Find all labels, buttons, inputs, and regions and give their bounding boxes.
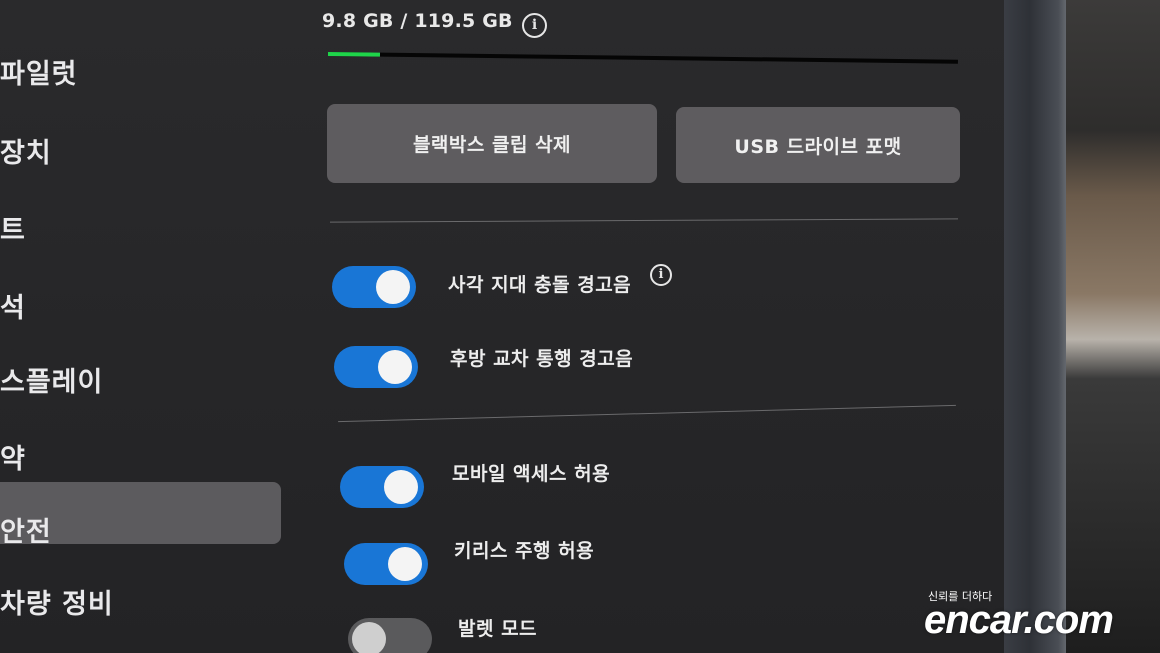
sidebar-item-label: 스플레이	[0, 367, 104, 398]
sidebar-item-label: 파일럿	[0, 59, 78, 90]
sidebar-item-schedule[interactable]: 약	[0, 437, 26, 476]
sidebar-item-seats[interactable]: 석	[0, 286, 26, 325]
sidebar-item-service[interactable]: 차량 정비	[0, 582, 114, 621]
info-icon[interactable]: i	[650, 264, 672, 286]
toggle-knob	[378, 350, 412, 384]
mobile-access-toggle[interactable]	[340, 466, 424, 508]
rear-cross-traffic-chime-toggle[interactable]	[334, 346, 418, 388]
blindspot-chime-toggle[interactable]	[332, 266, 416, 308]
sidebar-item-lights[interactable]: 트	[0, 208, 26, 247]
tesla-settings-screen: 파일럿 장치 트 석 스플레이 약 안전 차량 정비 9.8 GB / 119.…	[0, 0, 1160, 653]
sidebar-item-display[interactable]: 스플레이	[0, 360, 103, 399]
sidebar-item-label: 석	[0, 293, 26, 324]
storage-progress-bar	[327, 52, 958, 64]
divider	[338, 404, 956, 423]
divider	[330, 218, 958, 223]
sidebar-item-autopilot[interactable]: 파일럿	[0, 52, 78, 91]
format-usb-label: USB 드라이브 포맷	[734, 135, 902, 158]
screen-bezel	[1004, 0, 1068, 653]
delete-dashcam-clips-button[interactable]: 블랙박스 클립 삭제	[327, 104, 657, 183]
car-interior-background	[1066, 0, 1160, 653]
format-usb-button[interactable]: USB 드라이브 포맷	[676, 107, 960, 183]
toggle-knob	[376, 270, 410, 304]
valet-mode-toggle[interactable]	[348, 618, 432, 653]
blindspot-chime-label: 사각 지대 충돌 경고음	[448, 274, 632, 296]
info-icon[interactable]: i	[522, 13, 547, 38]
sidebar-item-label: 약	[0, 444, 26, 475]
sidebar-item-label: 차량 정비	[0, 589, 114, 620]
valet-mode-label: 발렛 모드	[458, 618, 538, 640]
toggle-knob	[352, 622, 386, 653]
keyless-driving-label: 키리스 주행 허용	[454, 540, 595, 562]
rear-cross-traffic-chime-label: 후방 교차 통행 경고음	[450, 348, 634, 370]
storage-usage-text: 9.8 GB / 119.5 GB	[322, 10, 513, 32]
sidebar-item-safety[interactable]: 안전	[0, 482, 281, 548]
watermark: 신뢰를 더하다 encar.com	[922, 586, 1160, 653]
sidebar-item-locks[interactable]: 장치	[0, 131, 52, 170]
sidebar-item-label: 트	[0, 215, 26, 246]
storage-progress-fill	[327, 52, 380, 57]
toggle-knob	[384, 470, 418, 504]
sidebar-item-label: 장치	[0, 138, 52, 169]
toggle-knob	[388, 547, 422, 581]
delete-dashcam-clips-label: 블랙박스 클립 삭제	[412, 134, 572, 156]
keyless-driving-toggle[interactable]	[344, 543, 428, 585]
mobile-access-label: 모바일 액세스 허용	[452, 463, 611, 485]
watermark-logo: encar.com	[924, 598, 1114, 642]
sidebar-item-label: 안전	[0, 517, 52, 548]
